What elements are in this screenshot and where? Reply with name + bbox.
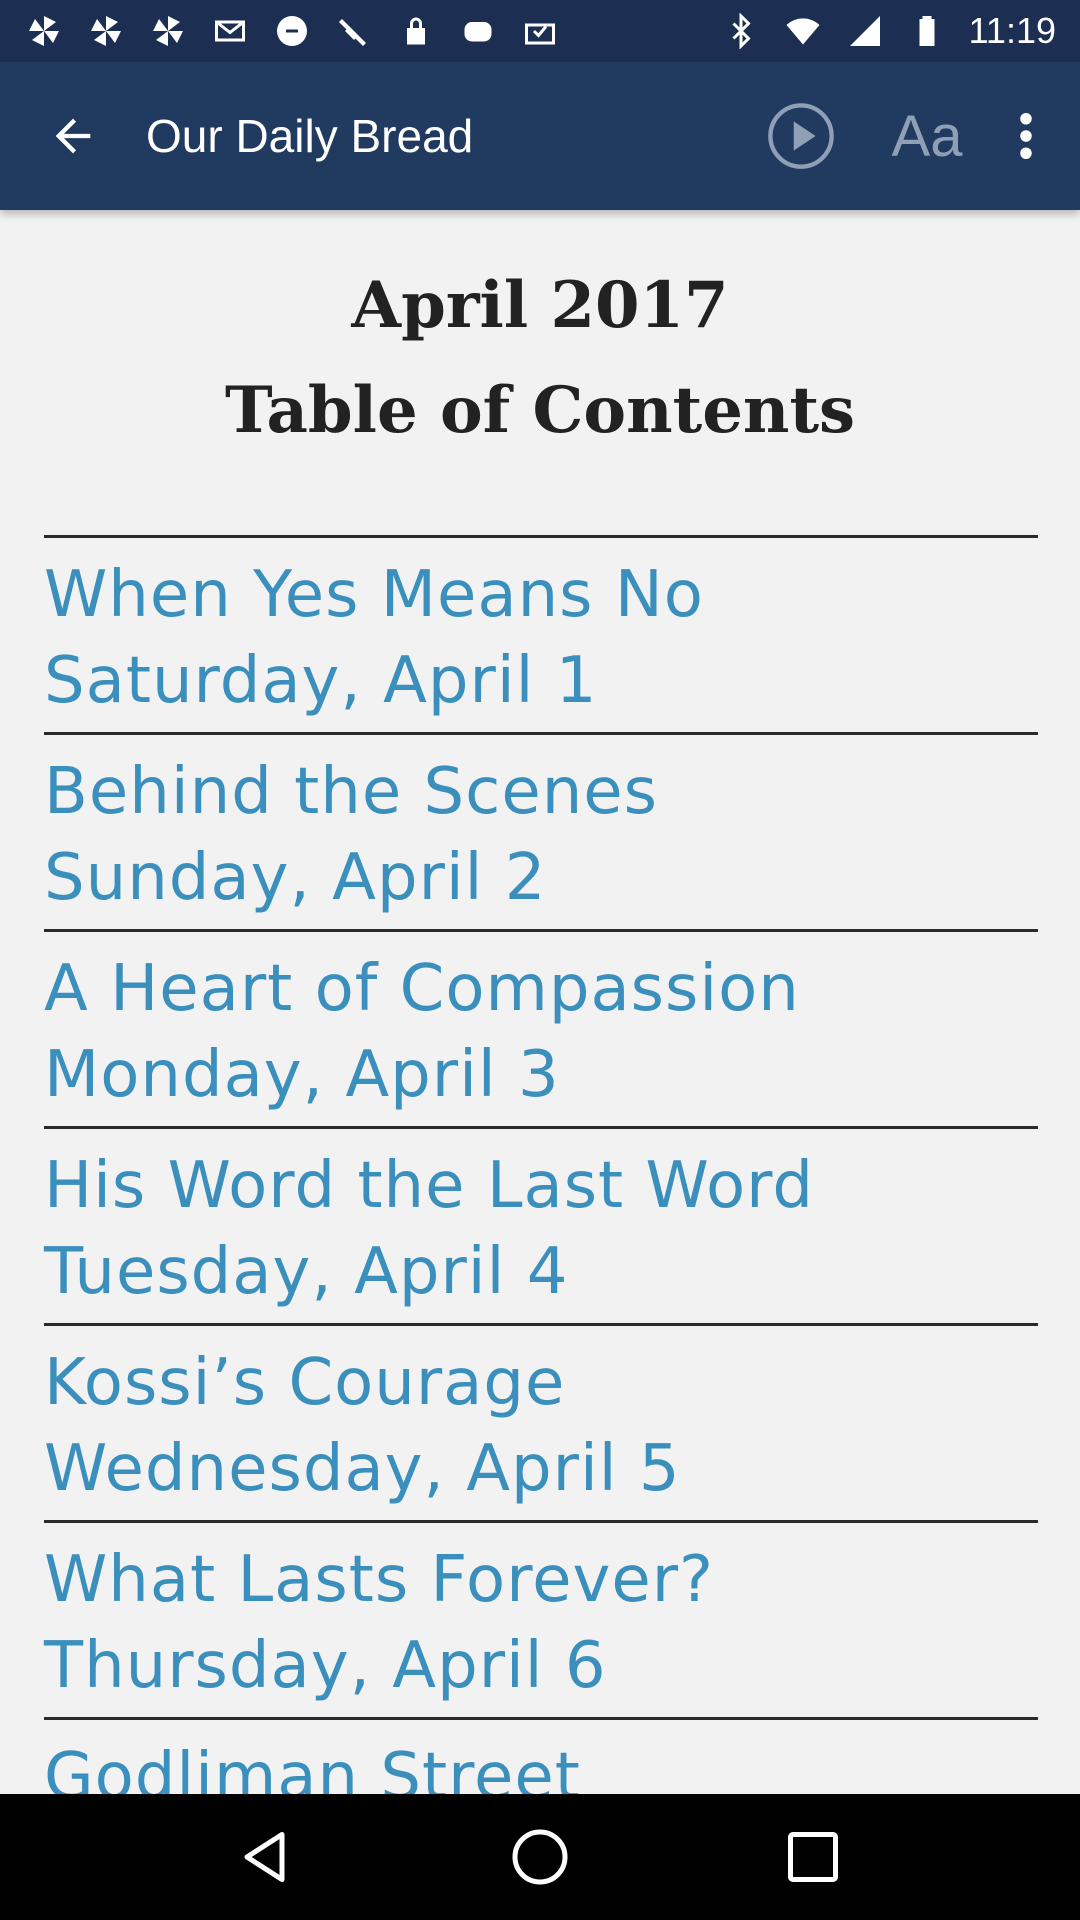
app-bar-actions: Aa	[738, 62, 1080, 210]
wifi-icon	[783, 11, 823, 51]
email-icon	[210, 11, 250, 51]
month-heading: April 2017	[351, 268, 729, 343]
entry-title-link[interactable]: Behind the Scenes	[44, 749, 1038, 835]
entry-title-link[interactable]: A Heart of Compassion	[44, 946, 1038, 1032]
entry-date-link[interactable]: Wednesday, April 5	[44, 1426, 1038, 1512]
notification-icons	[24, 11, 560, 51]
app-bar: Our Daily Bread Aa	[0, 62, 1080, 210]
cloud-icon	[458, 11, 498, 51]
bluetooth-icon	[721, 11, 761, 51]
arrow-back-icon	[55, 118, 91, 154]
entry-date-link[interactable]: Monday, April 3	[44, 1032, 1038, 1118]
entry-title-link[interactable]: What Lasts Forever?	[44, 1537, 1038, 1623]
entry-title-link[interactable]: Godliman Street	[44, 1734, 1038, 1794]
toc-entry[interactable]: When Yes Means No Saturday, April 1	[44, 535, 1038, 732]
toc-entry[interactable]: What Lasts Forever? Thursday, April 6	[44, 1520, 1038, 1717]
toc-entry[interactable]: A Heart of Compassion Monday, April 3	[44, 929, 1038, 1126]
pinwheel-icon	[24, 11, 64, 51]
lock-icon	[396, 11, 436, 51]
satellite-icon	[334, 11, 374, 51]
page-title: Table of Contents	[224, 373, 856, 448]
font-size-button[interactable]: Aa	[864, 62, 990, 210]
toc-list: When Yes Means No Saturday, April 1 Behi…	[44, 535, 1038, 1794]
play-audio-button[interactable]	[738, 62, 864, 210]
system-icons: 11:19	[721, 10, 1056, 52]
status-bar: 11:19	[0, 0, 1080, 62]
app-title: Our Daily Bread	[146, 110, 474, 162]
square-recents-icon	[788, 1832, 839, 1882]
battery-icon	[907, 11, 947, 51]
more-vert-icon	[1020, 113, 1032, 159]
nav-home-button[interactable]	[500, 1817, 580, 1897]
back-button[interactable]	[0, 62, 146, 210]
nav-recents-button[interactable]	[773, 1817, 853, 1897]
nav-back-button[interactable]	[227, 1817, 307, 1897]
entry-date-link[interactable]: Sunday, April 2	[44, 835, 1038, 921]
toc-entry[interactable]: His Word the Last Word Tuesday, April 4	[44, 1126, 1038, 1323]
play-circle-icon	[768, 103, 834, 169]
pinwheel-icon	[148, 11, 188, 51]
overflow-menu-button[interactable]	[990, 62, 1062, 210]
entry-date-link[interactable]: Saturday, April 1	[44, 638, 1038, 724]
signal-icon	[845, 11, 885, 51]
content-area[interactable]: April 2017 Table of Contents When Yes Me…	[0, 210, 1080, 1794]
entry-title-link[interactable]: When Yes Means No	[44, 552, 1038, 638]
clock: 11:19	[968, 10, 1056, 51]
toc-entry[interactable]: Behind the Scenes Sunday, April 2	[44, 732, 1038, 929]
entry-title-link[interactable]: Kossi’s Courage	[44, 1340, 1038, 1426]
circle-home-icon	[512, 1829, 568, 1885]
entry-date-link[interactable]: Thursday, April 6	[44, 1623, 1038, 1709]
entry-date-link[interactable]: Tuesday, April 4	[44, 1229, 1038, 1315]
navigation-bar	[0, 1794, 1080, 1920]
no-disturb-icon	[272, 11, 312, 51]
triangle-back-icon	[244, 1832, 285, 1882]
pinwheel-icon	[86, 11, 126, 51]
toc-entry[interactable]: Godliman Street	[44, 1717, 1038, 1794]
toc-entry[interactable]: Kossi’s Courage Wednesday, April 5	[44, 1323, 1038, 1520]
entry-title-link[interactable]: His Word the Last Word	[44, 1143, 1038, 1229]
inbox-check-icon	[520, 11, 560, 51]
